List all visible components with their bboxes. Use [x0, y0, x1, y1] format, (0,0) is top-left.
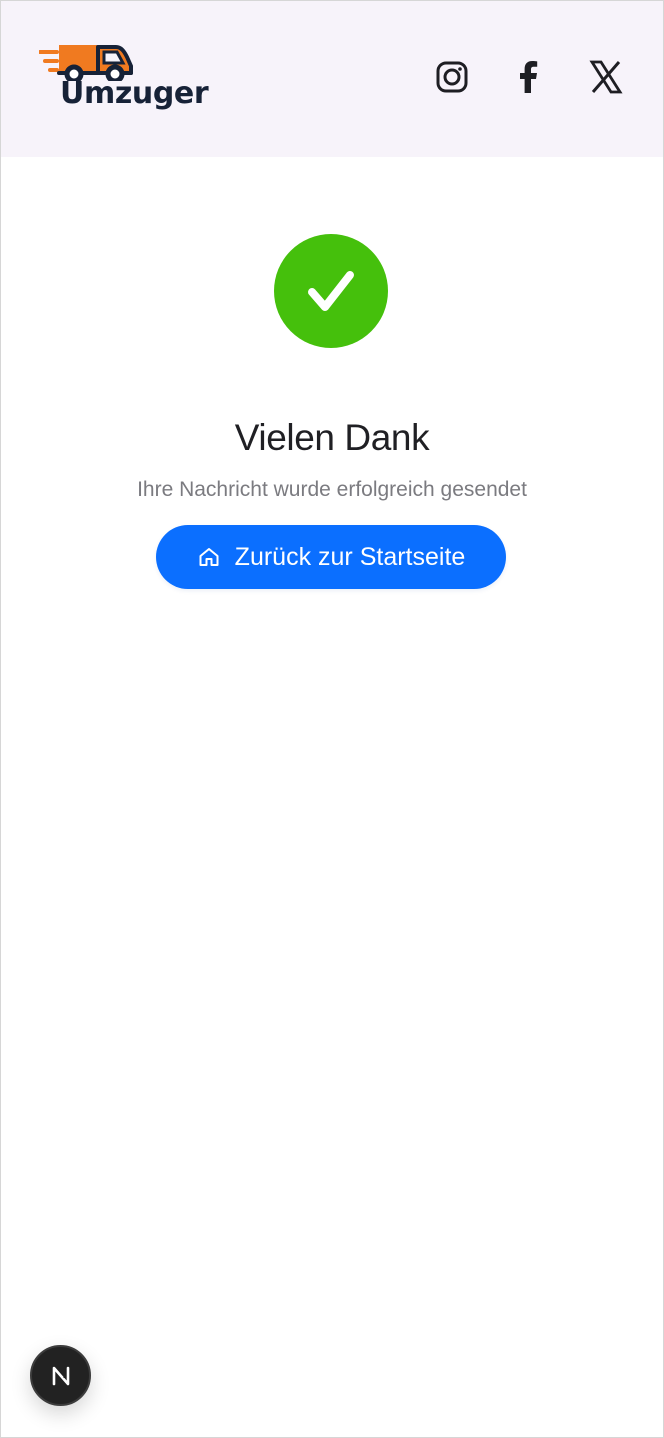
brand-name: Umzuger [60, 76, 209, 111]
facebook-icon [520, 61, 538, 93]
page-frame [0, 0, 664, 1438]
site-header: Umzuger [1, 1, 663, 157]
x-icon [589, 60, 623, 94]
confirmation-title: Vielen Dank [234, 416, 430, 458]
moving-truck-icon [39, 45, 133, 81]
x-link[interactable] [581, 52, 631, 102]
instagram-icon [436, 61, 468, 93]
nextjs-dev-indicator[interactable] [30, 1345, 91, 1406]
nextjs-icon [52, 1366, 69, 1385]
facebook-link[interactable] [504, 52, 554, 102]
back-to-home-button[interactable]: Zurück zur Startseite [156, 525, 506, 589]
brand-logo[interactable]: Umzuger [39, 39, 209, 119]
success-icon-circle [274, 234, 388, 348]
home-icon [199, 548, 219, 566]
confirmation-message: Ihre Nachricht wurde erfolgreich gesende… [137, 478, 527, 501]
back-to-home-label: Zurück zur Startseite [234, 543, 466, 571]
instagram-link[interactable] [427, 52, 477, 102]
check-icon [308, 271, 354, 311]
